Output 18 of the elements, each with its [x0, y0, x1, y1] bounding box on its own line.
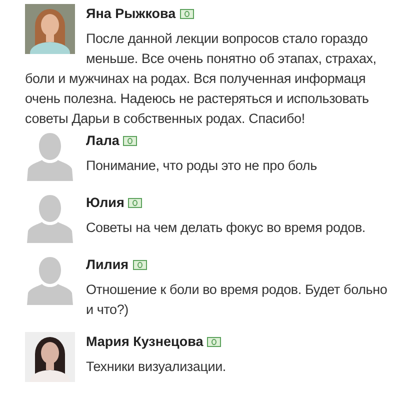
commenter-name: Мария Кузнецова — [86, 332, 204, 351]
comment-text: Понимание, что роды это не про боль — [86, 157, 318, 175]
user-silhouette-icon — [27, 255, 73, 305]
commenter-name: Юлия — [86, 194, 124, 212]
comment-text: После данной лекции вопросов стало гораздо меньше. Все очень понятно об этапах, страхах, боли и мужчинах на родах. Вся полученная информаця очень полезна. Надеюсь не растеряться и использовать советы Дарьи в собственных родах. Спасибо! — [25, 30, 378, 128]
comment-text: Отношение к боли во время родов. Будет больно и что?) — [86, 281, 388, 319]
commenter-name: Лилия — [86, 256, 129, 274]
banknote-icon — [132, 260, 147, 270]
commenter-name: Яна Рыжкова — [86, 4, 176, 23]
comment-text: Советы на чем делать фокус во время родов. — [86, 219, 366, 237]
user-silhouette-icon — [27, 131, 73, 181]
user-silhouette-icon — [27, 193, 73, 243]
banknote-icon — [128, 198, 142, 208]
comment-text: Техники визуализации. — [86, 358, 227, 376]
banknote-icon — [123, 136, 138, 146]
commenter-name: Лала — [86, 132, 120, 150]
banknote-icon — [180, 9, 194, 19]
banknote-icon — [207, 337, 222, 347]
